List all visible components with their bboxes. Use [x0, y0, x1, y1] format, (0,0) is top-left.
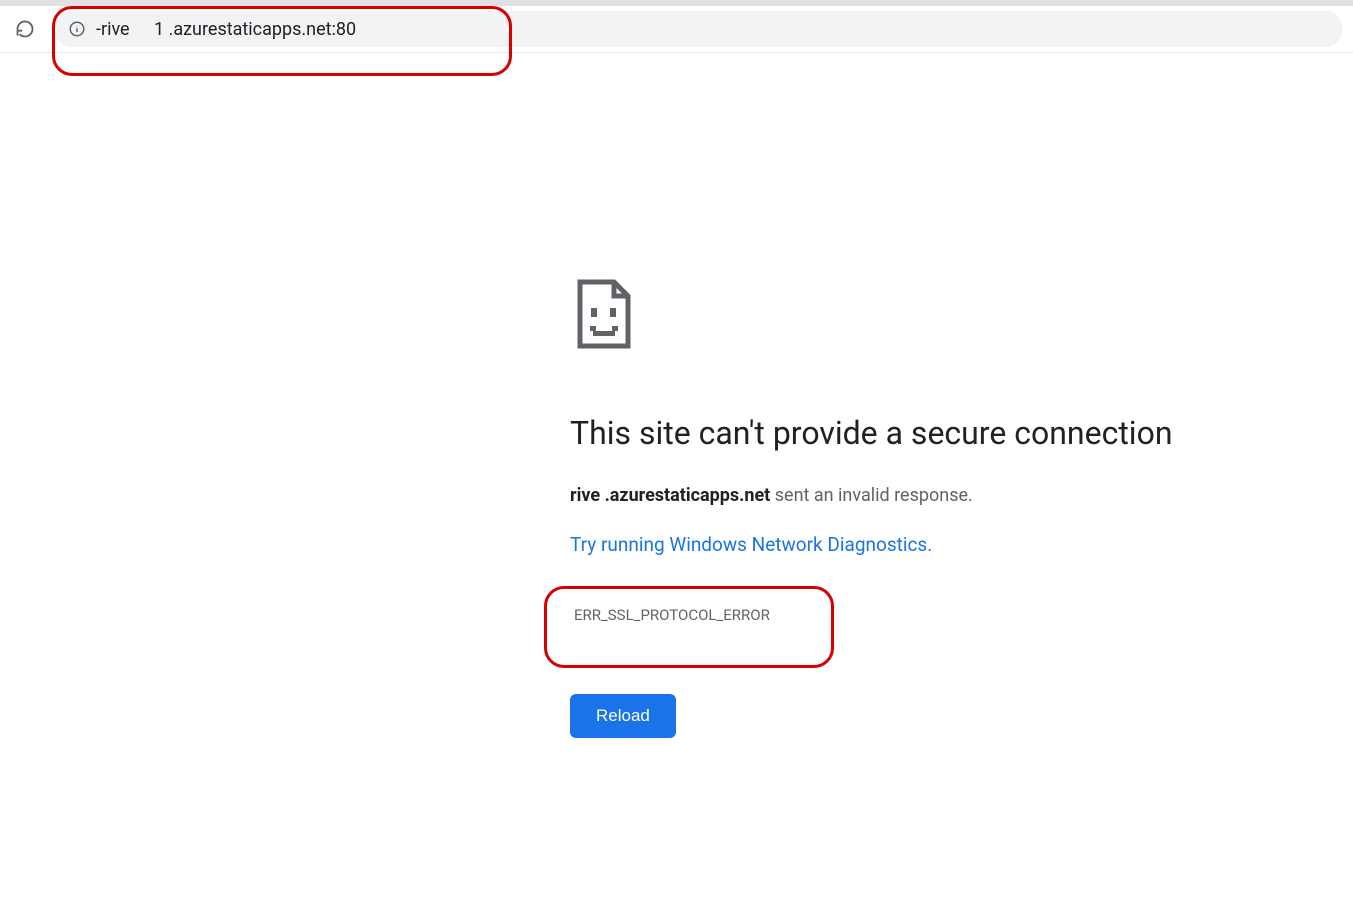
error-interstitial: This site can't provide a secure connect…: [570, 278, 1172, 738]
error-heading: This site can't provide a secure connect…: [570, 414, 1172, 452]
message-tail: sent an invalid response.: [770, 485, 973, 506]
reload-button[interactable]: Reload: [570, 694, 676, 738]
url-host: .azurestaticapps.net: [169, 19, 332, 40]
url-text: -rive 0a1 .azurestaticapps.net:80: [96, 19, 356, 40]
address-bar-area: -rive 0a1 .azurestaticapps.net:80: [0, 6, 1353, 52]
url-fragment: 1: [154, 19, 164, 40]
redacted-text: 0a: [130, 19, 154, 40]
omnibox[interactable]: -rive 0a1 .azurestaticapps.net:80: [54, 11, 1343, 47]
link-dot: .: [927, 533, 932, 556]
error-message: rive .azurestaticapps.net sent an invali…: [570, 482, 1172, 509]
host-suffix: .azurestaticapps.net: [605, 485, 771, 506]
url-port: :80: [332, 19, 357, 40]
diagnostics-link[interactable]: Try running Windows Network Diagnostics: [570, 533, 927, 556]
site-info-icon[interactable]: [68, 20, 86, 38]
sad-page-icon: [570, 278, 1172, 354]
url-fragment: -rive: [96, 19, 130, 40]
error-host: rive .azurestaticapps.net: [570, 485, 770, 506]
reload-icon[interactable]: [14, 18, 36, 40]
error-code-wrap: ERR_SSL_PROTOCOL_ERROR: [570, 596, 1172, 634]
page-content: This site can't provide a secure connect…: [0, 53, 1353, 738]
host-fragment: rive: [570, 485, 600, 506]
error-code: ERR_SSL_PROTOCOL_ERROR: [570, 596, 1172, 634]
